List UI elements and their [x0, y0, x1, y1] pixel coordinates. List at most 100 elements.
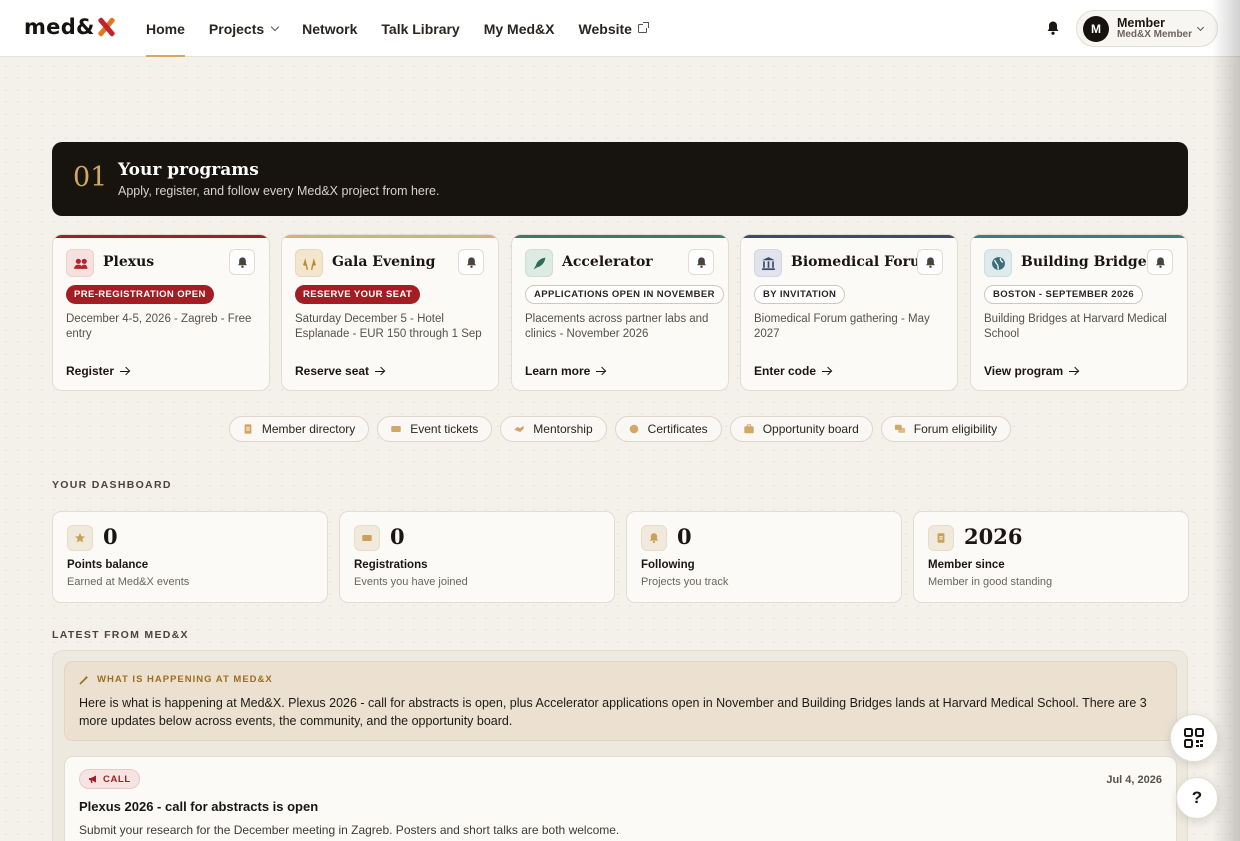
- quick-link-chip[interactable]: Opportunity board: [729, 416, 873, 442]
- program-description: Building Bridges at Harvard Medical Scho…: [984, 313, 1167, 340]
- quick-link-chip[interactable]: Mentorship: [500, 416, 607, 442]
- quick-link-label: Forum eligibility: [913, 422, 998, 436]
- chevron-down-icon: [1196, 23, 1205, 32]
- chevron-down-icon: [270, 22, 280, 31]
- program-cta-link[interactable]: Reserve seat: [295, 364, 385, 378]
- program-icon: [66, 249, 94, 277]
- program-cta-label: View program: [984, 364, 1064, 378]
- program-title: Biomedical Forum: [791, 254, 935, 270]
- card-accent-bar: [971, 235, 1187, 238]
- card-accent-bar: [53, 235, 269, 238]
- stat-label: Points balance: [67, 559, 149, 571]
- stat-icon-wrap: [928, 525, 954, 551]
- latest-heading: LATEST FROM MED&X: [52, 629, 189, 641]
- external-link-icon: [637, 22, 649, 33]
- stat-icon-wrap: [641, 525, 667, 551]
- programs-banner: 01 Your programs Apply, register, and fo…: [52, 142, 1188, 216]
- notifications-bell-icon[interactable]: [1045, 20, 1061, 36]
- program-cta-link[interactable]: Enter code: [754, 364, 832, 378]
- stat-card: 0 Following Projects you track: [626, 511, 902, 603]
- program-card[interactable]: Accelerator APPLICATIONS OPEN IN NOVEMBE…: [511, 234, 729, 391]
- stat-icon-wrap: [67, 525, 93, 551]
- follow-bell-button[interactable]: [1147, 249, 1173, 275]
- nav-my-medx[interactable]: My Med&X: [484, 0, 555, 57]
- follow-bell-button[interactable]: [229, 249, 255, 275]
- quick-link-label: Mentorship: [533, 422, 593, 436]
- quick-link-label: Event tickets: [410, 422, 479, 436]
- bell-icon: [925, 256, 935, 268]
- program-card[interactable]: Gala Evening RESERVE YOUR SEAT Saturday …: [281, 234, 499, 391]
- briefcase-icon: [743, 424, 754, 434]
- stat-value: 0: [103, 524, 118, 549]
- nav-projects[interactable]: Projects: [209, 0, 280, 57]
- nav-talk-library-label: Talk Library: [381, 20, 460, 37]
- bell-icon: [237, 256, 247, 268]
- ticket-icon: [362, 535, 372, 541]
- quick-link-chip[interactable]: Member directory: [228, 416, 370, 442]
- ticket-icon: [391, 426, 401, 432]
- stat-label: Following: [641, 559, 695, 571]
- people-icon: [73, 258, 87, 269]
- quick-link-label: Opportunity board: [762, 422, 859, 436]
- arrow-right-icon: [375, 366, 385, 376]
- program-cta-label: Enter code: [754, 364, 817, 378]
- institution-icon: [761, 256, 775, 270]
- program-title: Building Bridges: [1021, 254, 1155, 270]
- stat-label: Registrations: [354, 559, 428, 571]
- nav-talk-library[interactable]: Talk Library: [381, 0, 459, 57]
- brand-x-mark: [96, 16, 116, 38]
- quick-link-chip[interactable]: Event tickets: [377, 416, 493, 442]
- nav-home-label: Home: [146, 20, 185, 37]
- program-cta-label: Learn more: [525, 364, 591, 378]
- stat-card: 0 Registrations Events you have joined: [339, 511, 615, 603]
- stat-card: 0 Points balance Earned at Med&X events: [52, 511, 328, 603]
- summary-card: WHAT IS HAPPENING AT MED&X Here is what …: [64, 661, 1177, 741]
- nav-links: Home Projects Network Talk Library My Me…: [146, 0, 671, 57]
- news-item[interactable]: CALL Jul 4, 2026 Plexus 2026 - call for …: [64, 756, 1177, 841]
- nav-network[interactable]: Network: [302, 0, 357, 57]
- help-button[interactable]: ?: [1176, 777, 1218, 819]
- program-card[interactable]: Building Bridges BOSTON - SEPTEMBER 2026…: [970, 234, 1188, 391]
- quick-links: Member directory Event tickets Mentorship C…: [0, 416, 1240, 442]
- program-cta-label: Reserve seat: [295, 364, 370, 378]
- nav-home[interactable]: Home: [146, 0, 185, 57]
- follow-bell-button[interactable]: [917, 249, 943, 275]
- globe-icon: [991, 256, 1005, 270]
- program-cta-link[interactable]: View program: [984, 364, 1079, 378]
- program-icon: [984, 249, 1012, 277]
- nav-website[interactable]: Website: [579, 0, 649, 57]
- stat-subtext: Events you have joined: [354, 576, 468, 588]
- program-description: Biomedical Forum gathering - May 2027: [754, 313, 930, 340]
- program-icon: [525, 249, 553, 277]
- account-role: Med&X Member: [1117, 28, 1193, 40]
- program-card[interactable]: Plexus PRE-REGISTRATION OPEN December 4-…: [52, 234, 270, 391]
- stat-card: 2026 Member since Member in good standin…: [913, 511, 1189, 603]
- card-accent-bar: [282, 235, 498, 238]
- news-date: Jul 4, 2026: [1106, 774, 1162, 786]
- summary-tag-label: WHAT IS HAPPENING AT MED&X: [97, 674, 273, 685]
- program-card[interactable]: Biomedical Forum BY INVITATION Biomedica…: [740, 234, 958, 391]
- card-accent-bar: [512, 235, 728, 238]
- quick-link-chip[interactable]: Forum eligibility: [880, 416, 1012, 442]
- program-cta-link[interactable]: Learn more: [525, 364, 606, 378]
- quick-link-chip[interactable]: Certificates: [614, 416, 722, 442]
- stat-label: Member since: [928, 559, 1005, 571]
- program-title: Accelerator: [562, 254, 653, 270]
- program-description: December 4-5, 2026 - Zagreb - Free entry: [66, 313, 252, 340]
- program-title: Plexus: [103, 254, 155, 270]
- quick-link-label: Certificates: [647, 422, 708, 436]
- program-cta-label: Register: [66, 364, 115, 378]
- summary-tag: WHAT IS HAPPENING AT MED&X: [79, 674, 273, 685]
- account-menu[interactable]: M Member Med&X Member: [1076, 10, 1218, 47]
- follow-bell-button[interactable]: [688, 249, 714, 275]
- program-cta-link[interactable]: Register: [66, 364, 130, 378]
- nav-my-medx-label: My Med&X: [483, 20, 555, 37]
- follow-bell-button[interactable]: [458, 249, 484, 275]
- qr-code-button[interactable]: [1170, 714, 1218, 762]
- program-icon: [754, 249, 782, 277]
- stat-value: 0: [677, 524, 692, 549]
- bell-icon: [649, 533, 659, 544]
- account-text: Member Med&X Member: [1117, 16, 1193, 40]
- brand-logo[interactable]: med&: [24, 15, 116, 39]
- stat-icon-wrap: [354, 525, 380, 551]
